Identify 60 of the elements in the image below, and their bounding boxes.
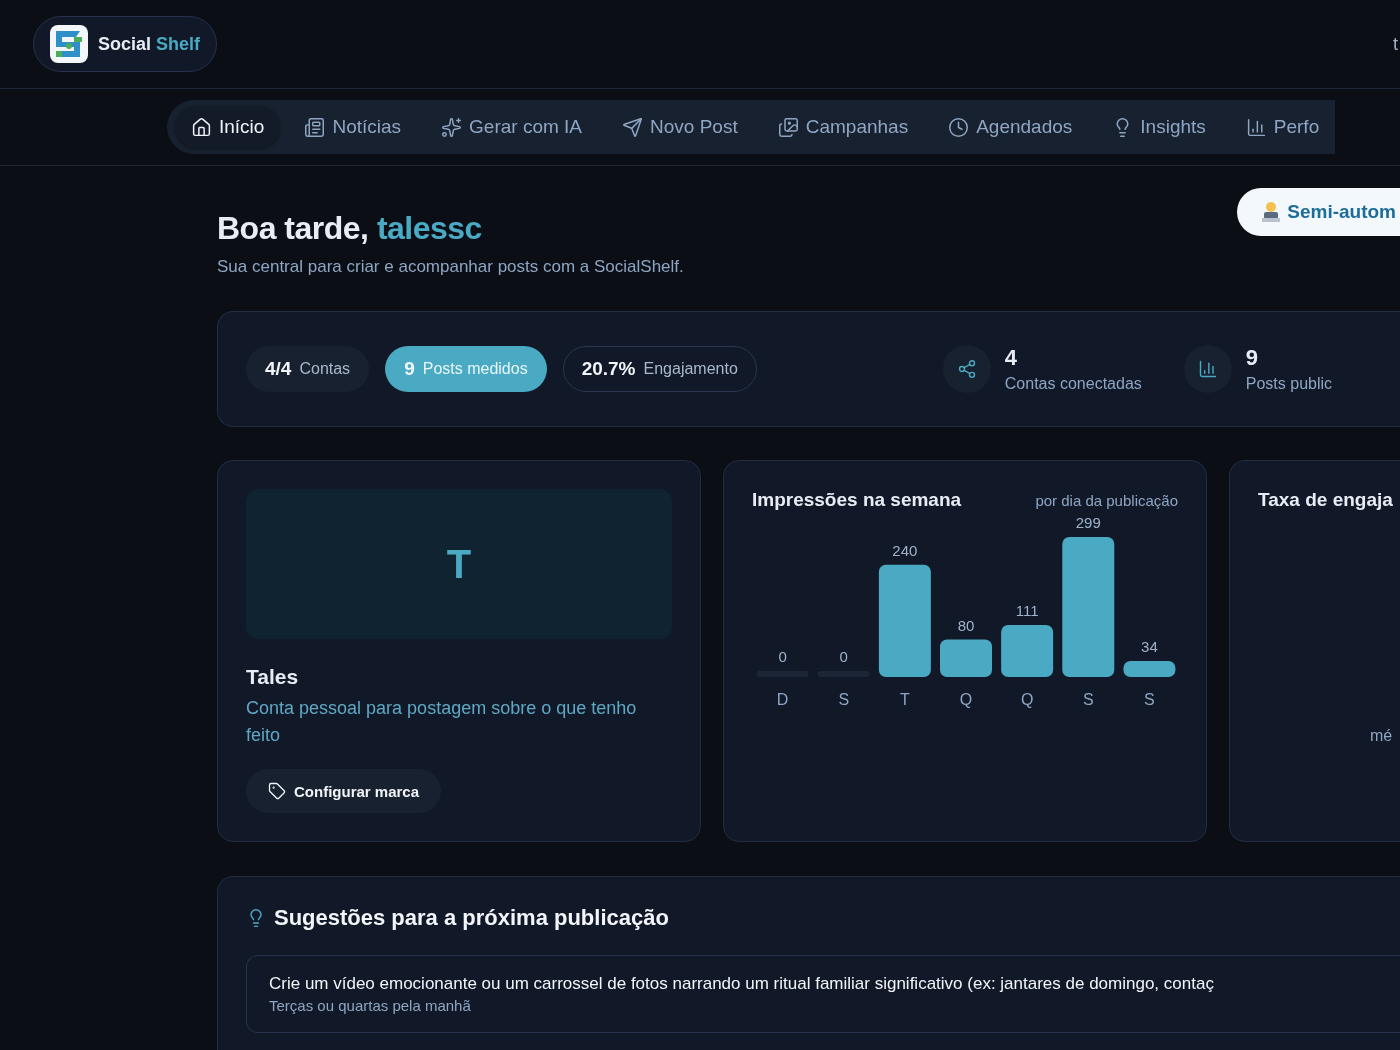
metric-value: 9	[1245, 345, 1260, 371]
card-title: Taxa de engaja	[1258, 489, 1394, 511]
suggestion-hint: Terças ou quartas pela manhã	[269, 997, 472, 1014]
day-label: Q	[959, 691, 973, 708]
day-label: S	[1144, 691, 1155, 708]
suggestion-text: Crie um vídeo emocionante ou um carrossel de fotos narrando um ritual familiar significativo (ex: jantares de domingo, contaç	[269, 974, 1215, 994]
account-description: Conta pessoal para postagem sobre o que tenho feito	[246, 697, 638, 748]
account-avatar: T	[246, 489, 672, 640]
day-label: D	[776, 691, 789, 708]
tag-icon	[268, 782, 286, 801]
account-name: Tales	[246, 665, 300, 690]
newspaper-icon	[304, 116, 326, 138]
bar-chart-icon	[1183, 345, 1232, 393]
nav-tab[interactable]: Perfo	[1229, 106, 1336, 148]
share-icon	[942, 345, 991, 393]
nav-tab[interactable]: Notícias	[288, 106, 418, 148]
person-laptop-icon	[1261, 201, 1282, 223]
card-subtitle: por dia da publicação	[1035, 492, 1178, 509]
nav-tab[interactable]: Início	[175, 106, 281, 148]
card-caption: mé	[1370, 727, 1393, 745]
day-label: S	[838, 691, 850, 708]
sparkles-icon	[441, 116, 463, 138]
logo-icon	[50, 25, 88, 63]
bar-value: 34	[1141, 638, 1158, 655]
configure-brand-button[interactable]: Configurar marca	[246, 769, 442, 813]
images-icon	[777, 116, 799, 138]
bar-value: 0	[778, 648, 787, 665]
bar-value: 111	[1015, 602, 1039, 620]
bar-chart-icon	[1245, 116, 1267, 138]
bar	[940, 639, 992, 677]
greeting-subtitle: Sua central para criar e acompanhar posts com a SocialShelf.	[217, 257, 684, 277]
bar-value: 0	[839, 648, 848, 665]
day-label: Q	[1020, 691, 1034, 708]
user-avatar[interactable]: t	[1393, 34, 1398, 55]
mode-button[interactable]: Semi-autom	[1237, 188, 1400, 236]
clock-icon	[948, 116, 970, 138]
nav-tab[interactable]: Agendados	[932, 106, 1089, 148]
brand-logo[interactable]: Social Shelf	[33, 16, 218, 72]
bar-value: 240	[892, 541, 918, 559]
brand-name: Social Shelf	[98, 33, 201, 55]
bar-value: 80	[957, 616, 975, 634]
nav-tab[interactable]: Gerar com IA	[425, 106, 599, 148]
metric-value: 4	[1004, 345, 1019, 371]
bar-value: 299	[1075, 517, 1101, 531]
stat-chip[interactable]: 4/4 Contas	[246, 346, 370, 392]
greeting-title: Boa tarde, talessc	[217, 210, 483, 247]
day-label: T	[899, 691, 910, 708]
section-title: Sugestões para a próxima publicação	[274, 905, 669, 931]
card-title: Impressões na semana	[752, 489, 962, 511]
nav-tab[interactable]: Insights	[1096, 106, 1222, 148]
day-label: S	[1082, 691, 1094, 708]
metric-label: Contas conectadas	[1004, 375, 1142, 393]
bar	[1001, 625, 1054, 677]
suggestion-item[interactable]: Crie um vídeo emocionante ou um carrossel de fotos narrando um ritual familiar significativo (ex: jantares de domingo, contaç Terças ou quartas pela manhã	[246, 955, 1400, 1033]
bar	[1123, 661, 1176, 677]
home-icon	[191, 116, 212, 138]
nav-tab[interactable]: Novo Post	[606, 106, 754, 148]
nav-tab[interactable]: Campanhas	[761, 106, 925, 148]
paper-plane-icon	[622, 116, 644, 138]
metric-label: Posts public	[1245, 375, 1333, 393]
